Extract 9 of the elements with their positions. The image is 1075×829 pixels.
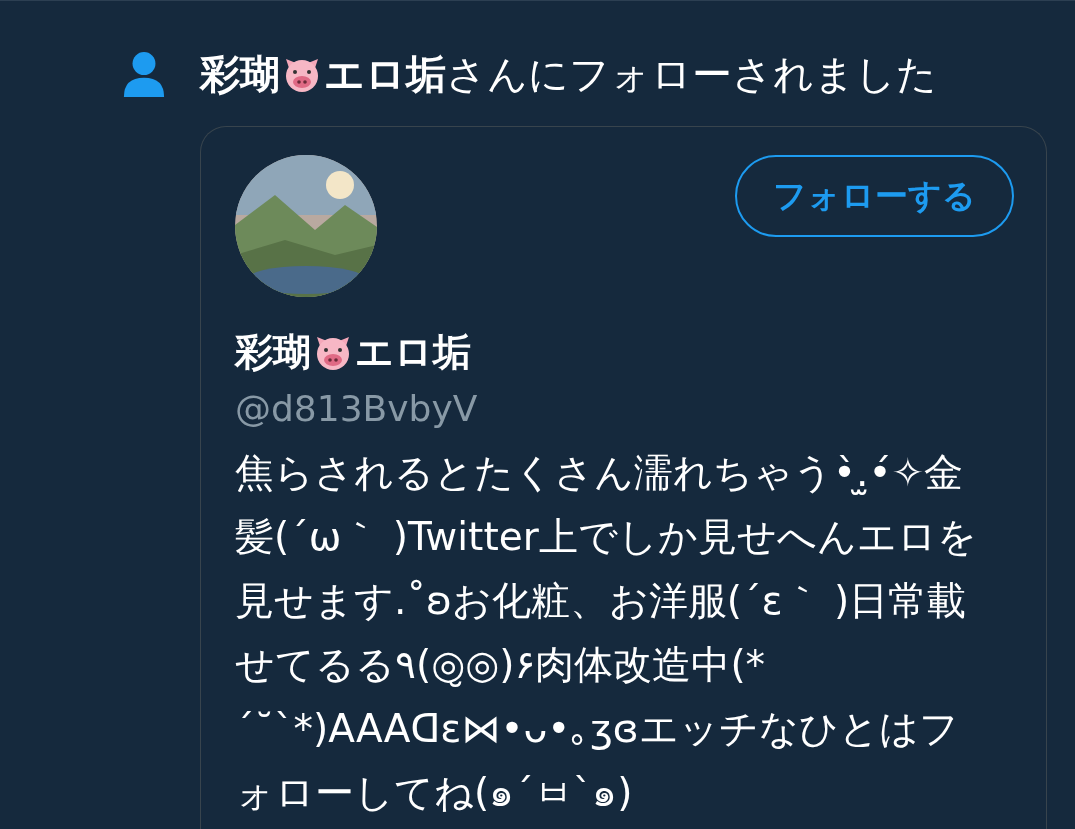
person-icon: [122, 49, 166, 100]
profile-name: 彩瑚: [235, 329, 311, 376]
profile-name: エロ垢: [355, 329, 471, 376]
profile-bio: 焦らされるとたくさん濡れちゃう•̀.̫•́✧金髪(´ω｀ )Twitter上でしか見せへんエロを見せます.˚ʚお化粧、お洋服(´ε｀ )日常載せてるる٩(◎̮◎)۶肉体改造中(*´˘`*)AAAᗡɛ⋈•ᴗ•｡ʒɞエッチなひとはフォローしてね(๑´ㅂ`๑): [235, 449, 978, 817]
follow-button[interactable]: フォローする: [735, 155, 1014, 237]
follower-name[interactable]: 彩瑚: [200, 47, 280, 102]
profile-handle: @d813BvbyV: [235, 388, 479, 429]
notification-text: さんにフォローされました: [446, 50, 937, 99]
follower-name[interactable]: エロ垢: [324, 47, 446, 102]
